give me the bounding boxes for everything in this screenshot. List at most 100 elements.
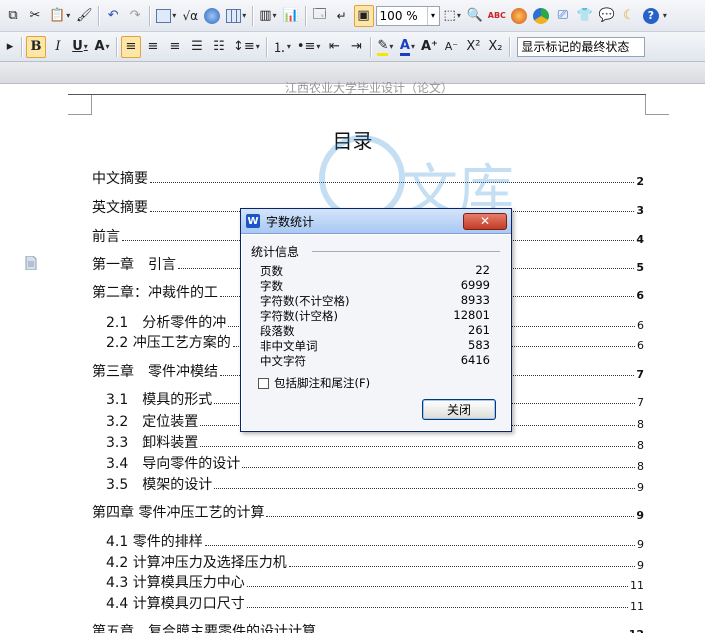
toc-entry[interactable]: 3.3 卸料装置 8 [106, 432, 644, 452]
insert-formula-icon[interactable]: √α [180, 5, 200, 27]
chat-icon[interactable]: 💬 [597, 5, 617, 27]
format-painter-icon[interactable]: 🖌 [74, 5, 94, 27]
toc-entry[interactable]: 中文摘要 2 [92, 168, 644, 188]
standard-toolbar: ⧉ ✂ 📋 ▾ 🖌 ↶ ↷ ▾ √α ▾ ▥ ▾ 📊 🗔 ↵ ▣ 100 % ▾ ⬚ ▾… [0, 0, 705, 32]
cut-icon[interactable]: ✂ [25, 5, 45, 27]
align-left-button[interactable]: ≡ [121, 35, 141, 58]
stat-label: 字符数(不计空格) [260, 294, 350, 308]
bold-button[interactable]: B [26, 35, 46, 58]
dialog-titlebar[interactable]: W 字数统计 ✕ [241, 209, 511, 234]
justify-button[interactable]: ☰ [187, 36, 207, 58]
page-view-icon[interactable]: ▣ [353, 4, 374, 27]
chevron-down-icon: ▾ [316, 42, 321, 51]
toolbar-separator [149, 5, 151, 26]
insert-picture-icon[interactable] [202, 5, 222, 27]
zoom-select[interactable]: 100 % ▾ [375, 5, 440, 26]
close-button[interactable]: ✕ [463, 212, 507, 230]
bullets-button[interactable]: •≡ ▾ [295, 36, 323, 58]
document-icon[interactable] [25, 256, 37, 270]
underline-button[interactable]: U ▾ [70, 36, 90, 58]
font-effects-button[interactable]: A ▾ [92, 36, 112, 58]
help-icon[interactable]: ? [641, 5, 661, 27]
stat-label: 非中文单词 [260, 339, 318, 353]
insert-textbox-button[interactable]: ▾ [154, 5, 178, 27]
online-icon[interactable] [509, 5, 529, 27]
align-right-button[interactable]: ≡ [165, 36, 185, 58]
show-paragraph-marks-icon[interactable]: ↵ [332, 5, 352, 27]
numbering-button[interactable]: ⒈ ▾ [271, 36, 293, 58]
toc-page-number: 9 [637, 559, 644, 572]
select-objects-button[interactable]: ⬚ ▾ [442, 5, 463, 27]
shrink-font-icon[interactable]: A⁻ [441, 36, 461, 58]
highlight-button[interactable]: ✎ ▾ [375, 36, 395, 58]
find-replace-icon[interactable]: 🔍 [465, 5, 485, 27]
toc-entry-label: 前言 [92, 229, 120, 245]
toc-entry-label: 3.4 导向零件的设计 [106, 456, 241, 472]
redo-icon[interactable]: ↷ [125, 5, 145, 27]
toc-entry[interactable]: 4.4 计算模具刃口尺寸 11 [106, 593, 644, 613]
chevron-down-icon: ▾ [272, 11, 277, 20]
insert-table-button[interactable]: ▾ [224, 5, 248, 27]
toc-entry[interactable]: 4.1 零件的排样 9 [106, 531, 644, 551]
toc-entry[interactable]: 3.5 模架的设计 9 [106, 474, 644, 494]
decrease-indent-icon[interactable]: ⇤ [324, 36, 344, 58]
font-size-dropdown-tail[interactable]: ▸ [3, 36, 17, 58]
dialog-title: 字数统计 [266, 214, 315, 229]
superscript-icon[interactable]: X² [463, 36, 483, 58]
cloud-logo-icon [532, 7, 549, 24]
font-color-button[interactable]: A ▾ [397, 36, 417, 58]
dialog-body: 统计信息 页数 22 字数 6999 字符数(不计空格) 8933 字符数(计空格) 1… [241, 234, 511, 431]
include-footnotes-option[interactable]: 包括脚注和尾注(F) [258, 375, 370, 391]
stat-row-chinese-chars: 中文字符 6416 [260, 353, 490, 368]
toc-leader [150, 182, 635, 183]
include-footnotes-label: 包括脚注和尾注(F) [274, 376, 371, 390]
margin-corner-right [645, 95, 646, 115]
track-changes-display-select[interactable]: 显示标记的最终状态 [517, 36, 646, 57]
chevron-down-icon: ▾ [172, 11, 177, 20]
close-dialog-button[interactable]: 关闭 [422, 399, 496, 420]
copy-icon[interactable]: ⧉ [3, 5, 23, 27]
toc-page-number: 8 [637, 439, 644, 452]
toc-entry-label: 英文摘要 [92, 200, 148, 216]
stat-value: 8933 [460, 293, 490, 307]
table-icon [226, 8, 242, 23]
toc-leader [214, 488, 635, 489]
template-icon[interactable]: ⎚ [553, 5, 573, 27]
toc-page-number: 9 [637, 538, 644, 551]
chevron-down-icon[interactable]: ▾ [663, 11, 667, 20]
toc-entry[interactable]: 第四章 零件冲压工艺的计算 9 [92, 502, 644, 522]
grow-font-icon[interactable]: A⁺ [419, 36, 439, 58]
toolbar-separator [265, 36, 267, 57]
align-center-button[interactable]: ≡ [143, 36, 163, 58]
stat-label: 中文字符 [260, 354, 306, 368]
italic-button[interactable]: I [48, 36, 68, 58]
skin-icon[interactable]: 👕 [575, 5, 595, 27]
toc-entry[interactable]: 4.3 计算模具压力中心 11 [106, 572, 644, 592]
document-map-icon[interactable]: 🗔 [310, 5, 330, 27]
undo-icon[interactable]: ↶ [103, 5, 123, 27]
toc-page-number: 6 [636, 289, 644, 302]
line-spacing-button[interactable]: ↕≡ ▾ [231, 36, 262, 58]
wps-cloud-icon[interactable] [531, 5, 551, 27]
chevron-down-icon[interactable]: ▾ [426, 6, 439, 25]
toolbar-separator [21, 36, 22, 57]
distributed-align-button[interactable]: ☷ [209, 36, 229, 58]
toolbar-separator [304, 5, 306, 26]
columns-button[interactable]: ▥ ▾ [257, 5, 278, 27]
track-changes-display-value: 显示标记的最终状态 [521, 40, 630, 54]
spell-check-icon[interactable]: ABC [487, 5, 507, 27]
chevron-down-icon: ▾ [286, 42, 291, 51]
toc-entry[interactable]: 第五章 复合膜主要零件的设计计算 12 [92, 621, 644, 633]
paste-button[interactable]: 📋 ▾ [47, 5, 72, 27]
group-divider [312, 251, 500, 252]
toc-entry[interactable]: 3.4 导向零件的设计 8 [106, 453, 644, 473]
chart-icon[interactable]: 📊 [281, 5, 301, 27]
increase-indent-icon[interactable]: ⇥ [346, 36, 366, 58]
subscript-icon[interactable]: X₂ [485, 36, 505, 58]
toc-entry[interactable]: 4.2 计算冲压力及选择压力机 9 [106, 552, 644, 572]
zoom-value: 100 % [379, 8, 418, 23]
include-footnotes-checkbox[interactable] [258, 377, 269, 389]
night-mode-icon[interactable]: ☾ [619, 5, 639, 27]
toc-entry-label: 第一章 引言 [92, 257, 176, 273]
toc-leader [200, 446, 635, 447]
